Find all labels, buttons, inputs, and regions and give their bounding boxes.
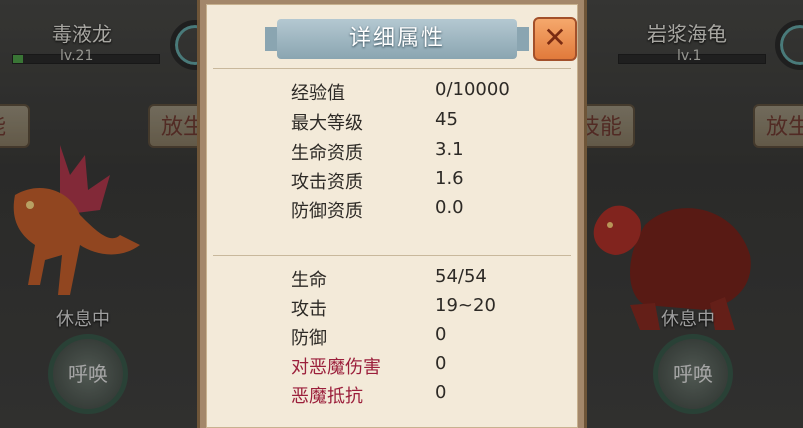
- stat-value-hp: 54/54: [435, 266, 487, 287]
- stat-label-demon-resist: 恶魔抵抗: [291, 386, 363, 407]
- close-button[interactable]: ✕: [533, 17, 577, 61]
- stat-label-attack: 攻击: [291, 299, 327, 320]
- stat-label-demon-damage: 对恶魔伤害: [291, 357, 381, 378]
- stat-value-atk-aptitude: 1.6: [435, 168, 464, 189]
- stat-value-max-level: 45: [435, 109, 458, 130]
- stat-value-attack: 19~20: [435, 295, 496, 316]
- stat-value-demon-resist: 0: [435, 382, 447, 403]
- stat-value-defense: 0: [435, 324, 447, 345]
- stat-value-hp-aptitude: 3.1: [435, 139, 464, 160]
- stat-value-def-aptitude: 0.0: [435, 197, 464, 218]
- stat-value-demon-damage: 0: [435, 353, 447, 374]
- stat-label-exp: 经验值: [291, 83, 345, 104]
- top-divider: [213, 68, 571, 69]
- dialog-panel: 详细属性 ✕ 经验值 0/10000 最大等级 45 生命资质 3.1 攻击资质…: [206, 4, 578, 428]
- dialog-title: 详细属性: [277, 19, 517, 59]
- stat-label-defense: 防御: [291, 328, 327, 349]
- stat-label-hp: 生命: [291, 270, 327, 291]
- close-icon: ✕: [543, 21, 567, 54]
- stat-label-atk-aptitude: 攻击资质: [291, 172, 363, 193]
- stat-label-hp-aptitude: 生命资质: [291, 143, 363, 164]
- stat-value-exp: 0/10000: [435, 79, 510, 100]
- detail-attributes-dialog: 详细属性 ✕ 经验值 0/10000 最大等级 45 生命资质 3.1 攻击资质…: [197, 0, 587, 428]
- stat-label-max-level: 最大等级: [291, 113, 363, 134]
- section-divider: [213, 255, 571, 256]
- stat-label-def-aptitude: 防御资质: [291, 201, 363, 222]
